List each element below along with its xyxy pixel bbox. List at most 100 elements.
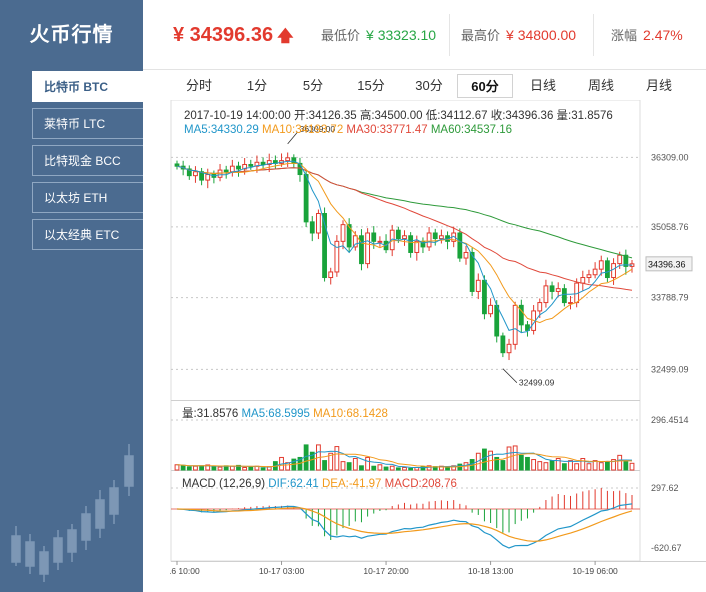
high-price: 最高价 ¥ 34800.00: [461, 0, 576, 70]
volume-ma5-value: MA5:68.5995: [241, 408, 310, 420]
volume-bar: [525, 456, 530, 471]
candle-body: [217, 169, 223, 178]
current-price-tag-label: 34396.36: [648, 259, 686, 269]
candle-body: [223, 169, 229, 173]
volume-bar: [604, 461, 610, 471]
kline-chart-canvas[interactable]: 36309.0035058.7633788.7932499.0936309.00…: [170, 100, 706, 592]
candle-body: [377, 240, 383, 243]
candle-body: [494, 304, 500, 337]
volume-bar: [543, 462, 549, 471]
x-tick-label: 10-17 03:00: [259, 566, 305, 576]
current-price: ¥ 34396.36 🡅: [173, 0, 294, 70]
tab-15min[interactable]: 15分: [352, 74, 390, 98]
macd-title: MACD (12,26,9): [182, 478, 266, 490]
header-divider: [593, 14, 594, 56]
volume-bar: [242, 466, 248, 471]
x-tick-label: 10-19 06:00: [572, 566, 618, 576]
volume-bar: [500, 460, 506, 471]
candle-body: [543, 285, 549, 304]
tab-monthly[interactable]: 月线: [640, 74, 678, 98]
low-marker-label: 32499.09: [519, 378, 555, 388]
candle-body: [457, 232, 463, 259]
candle-body: [537, 302, 543, 312]
volume-bar: [322, 460, 327, 471]
tab-weekly[interactable]: 周线: [582, 74, 620, 98]
candle-body: [193, 171, 198, 177]
macd-tick-label: 297.62: [651, 483, 679, 493]
candle-body: [174, 163, 180, 167]
volume-bar: [352, 457, 358, 471]
price-tick-label: 33788.79: [651, 293, 689, 303]
sidebar: 火币行情 比特币 BTC 莱特币 LTC 比特现金 BCC 以太坊 ETH 以太…: [0, 0, 143, 592]
volume-bar: [518, 454, 524, 471]
price-change-value: 2.47%: [643, 27, 683, 43]
candle-body: [592, 268, 598, 276]
candle-body: [604, 260, 610, 279]
volume-bar: [445, 466, 450, 471]
candle-body: [426, 232, 432, 248]
sidebar-item-ltc[interactable]: 莱特币 LTC: [32, 108, 143, 139]
volume-bar: [506, 446, 512, 471]
candle-body: [291, 157, 297, 164]
x-tick-label: 10-17 20:00: [363, 566, 409, 576]
volume-bar: [598, 462, 604, 471]
candle-body: [371, 232, 377, 242]
tab-5min[interactable]: 5分: [296, 74, 330, 98]
price-tick-label: 36309.00: [651, 152, 689, 162]
x-tick-label: 10-16 10:00: [170, 566, 200, 576]
tab-30min[interactable]: 30分: [410, 74, 448, 98]
volume-bar: [389, 465, 395, 471]
volume-bar: [549, 460, 555, 471]
sidebar-item-bcc[interactable]: 比特现金 BCC: [32, 145, 143, 176]
tab-timeline[interactable]: 分时: [180, 74, 218, 98]
candle-body: [229, 165, 235, 173]
app-title: 火币行情: [29, 24, 114, 46]
sidebar-item-eth[interactable]: 以太坊 ETH: [32, 182, 143, 213]
ma30-line: [176, 165, 633, 291]
candle-body: [408, 235, 414, 253]
ma30-value: MA30:33771.47: [346, 124, 428, 136]
macd-tick-label: -620.67: [651, 543, 682, 553]
candle-body: [365, 232, 371, 265]
candle-body: [598, 260, 604, 270]
candle-body: [359, 235, 364, 265]
dif-value: DIF:62.41: [268, 478, 319, 490]
volume-ma10-value: MA10:68.1428: [313, 408, 388, 420]
candle-body: [316, 213, 321, 234]
sidebar-item-btc[interactable]: 比特币 BTC: [32, 71, 143, 102]
volume-bar: [199, 465, 205, 471]
volume-bar: [629, 462, 635, 471]
volume-bar: [186, 466, 192, 471]
candle-body: [248, 164, 254, 167]
candle-body: [549, 285, 555, 292]
volume-bar: [229, 465, 235, 471]
candle-body: [260, 161, 266, 166]
volume-bar: [561, 463, 567, 471]
volume-bar: [617, 454, 623, 471]
coin-menu: 比特币 BTC 莱特币 LTC 比特现金 BCC 以太坊 ETH 以太经典 ET…: [32, 71, 143, 256]
tab-60min[interactable]: 60分: [457, 74, 513, 98]
candle-body: [568, 302, 573, 305]
sidebar-item-etc[interactable]: 以太经典 ETC: [32, 219, 143, 250]
volume-bar: [359, 465, 364, 471]
volume-tick-label: 296.4514: [651, 415, 689, 425]
candle-body: [334, 240, 340, 273]
tab-1min[interactable]: 1分: [240, 74, 274, 98]
volume-bar: [377, 464, 383, 471]
volume-bar: [408, 467, 414, 471]
candle-body: [580, 277, 586, 284]
volume-bar: [383, 466, 389, 471]
volume-bar: [568, 460, 573, 471]
candle-body: [482, 279, 487, 315]
candle-body: [506, 343, 512, 354]
tab-daily[interactable]: 日线: [524, 74, 562, 98]
volume-bar: [346, 462, 352, 471]
kline-chart[interactable]: 36309.00 35058.76 33788.79 32499.09 36309.00…: [170, 100, 706, 592]
candle-body: [309, 221, 315, 234]
price-tick-label: 32499.09: [651, 364, 689, 374]
candle-body: [500, 335, 506, 354]
volume-bar: [623, 460, 629, 471]
volume-bar: [402, 466, 407, 471]
candle-body: [205, 174, 211, 181]
low-price-label: 最低价: [321, 28, 361, 43]
